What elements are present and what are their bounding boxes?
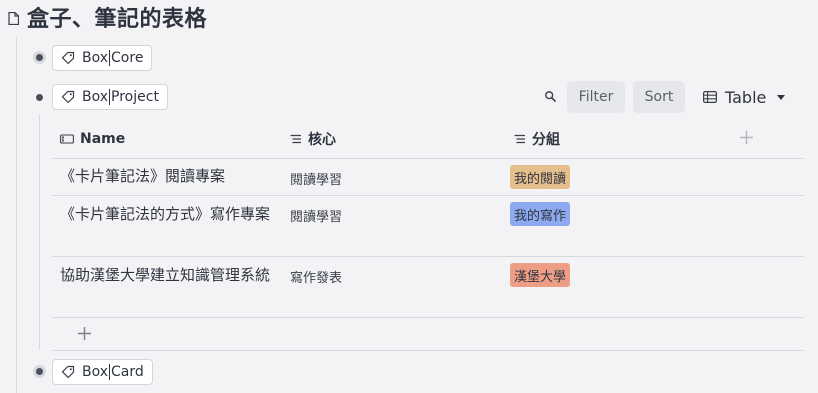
indent-guide-child [39,114,40,350]
column-header-label: 核心 [308,132,336,148]
tag-separator [109,364,111,380]
table-divider [52,195,804,196]
table-divider [52,256,804,257]
search-icon[interactable] [544,90,557,103]
row-core-cell[interactable]: 閱讀學習 [290,206,342,225]
tag-box-core[interactable]: Box Core [52,45,153,71]
column-header-label: 分組 [532,132,560,148]
view-switcher[interactable]: Table [703,86,786,108]
group-badge[interactable]: 我的寫作 [510,202,571,226]
tag-box-project[interactable]: Box Project [52,84,168,110]
filter-button[interactable]: Filter [567,81,625,113]
list-icon [514,134,525,144]
tag-subname: Card [111,364,144,380]
chevron-down-icon [777,94,786,100]
row-name-cell[interactable]: 《卡片筆記法》閱讀專案 [60,165,278,188]
sort-button[interactable]: Sort [633,81,685,113]
view-label: Table [725,87,767,107]
column-header-name[interactable]: Name [60,129,125,149]
column-header-group[interactable]: 分組 [514,129,560,149]
tag-icon [61,365,75,379]
tag-icon [61,51,75,65]
row-name-cell[interactable]: 協助漢堡大學建立知識管理系統 [60,264,278,287]
block-bullet[interactable] [36,368,43,375]
tag-subname: Core [111,50,144,66]
tag-separator [109,50,111,66]
list-icon [290,134,301,144]
group-badge[interactable]: 漢堡大學 [510,263,571,287]
table-icon [703,91,717,103]
add-row-icon[interactable] [77,326,92,341]
tag-box-card[interactable]: Box Card [52,359,153,385]
tag-name: Box [82,89,109,105]
column-header-label: Name [80,131,126,147]
tag-subname: Project [111,89,159,105]
page-title: 盒子、筆記的表格 [27,7,208,32]
group-badge[interactable]: 我的閱讀 [510,165,571,189]
row-core-cell[interactable]: 寫作發表 [290,267,342,286]
block-bullet[interactable] [36,94,43,101]
page-header: 盒子、筆記的表格 [8,3,208,32]
tag-separator [109,89,111,105]
indent-guide [16,37,17,393]
row-core-cell[interactable]: 閱讀學習 [290,169,342,188]
block-bullet[interactable] [36,54,43,61]
tag-name: Box [82,50,109,66]
row-name-cell[interactable]: 《卡片筆記法的方式》寫作專案 [60,203,278,226]
table-divider [52,158,804,159]
table-divider [52,350,804,351]
tag-name: Box [82,364,109,380]
table-divider [52,317,804,318]
add-column-icon[interactable] [739,130,754,145]
text-field-icon [60,134,74,144]
tag-icon [61,90,75,104]
page-icon [8,11,19,25]
column-header-core[interactable]: 核心 [290,129,336,149]
